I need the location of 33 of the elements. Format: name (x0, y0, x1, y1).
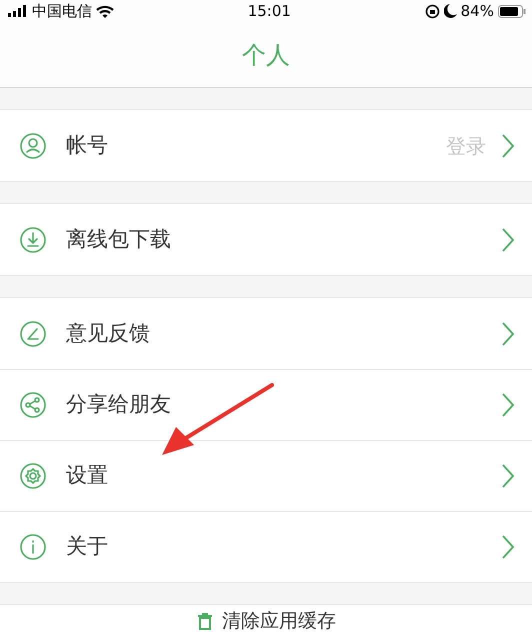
share-icon (20, 392, 46, 418)
battery-icon (498, 4, 526, 18)
settings-icon (20, 463, 46, 489)
download-icon (20, 226, 46, 252)
info-icon (20, 534, 46, 560)
menu-item[interactable]: 关于 (0, 511, 532, 582)
item-label: 关于 (66, 533, 109, 560)
user-icon (20, 132, 46, 158)
item-label: 意见反馈 (66, 320, 151, 347)
item-label: 帐号 (66, 132, 109, 159)
moon-icon (444, 4, 457, 18)
edit-icon (20, 320, 46, 346)
carrier-name: 中国电信 (32, 0, 92, 22)
page-title: 个人 (242, 40, 290, 70)
trash-icon (196, 612, 214, 630)
item-label: 设置 (66, 462, 109, 490)
menu-item[interactable]: 意见反馈 (0, 298, 532, 369)
chevron-icon (502, 134, 514, 158)
signal-icon (8, 5, 28, 17)
item-value: 登录 (446, 132, 486, 160)
chevron-icon (502, 393, 514, 417)
clock-time: 15:01 (248, 0, 291, 22)
item-label: 离线包下载 (66, 226, 172, 253)
chevron-icon (502, 535, 514, 559)
item-label: 分享给朋友 (66, 391, 172, 418)
chevron-icon (502, 464, 514, 488)
menu-item[interactable]: 离线包下载 (0, 204, 532, 275)
menu-item[interactable]: 帐号 登录 (0, 110, 532, 181)
battery-percent: 84% (460, 0, 494, 22)
rotation-lock-icon (424, 4, 440, 18)
chevron-icon (502, 228, 514, 252)
wifi-icon (96, 4, 114, 18)
chevron-icon (502, 322, 514, 346)
